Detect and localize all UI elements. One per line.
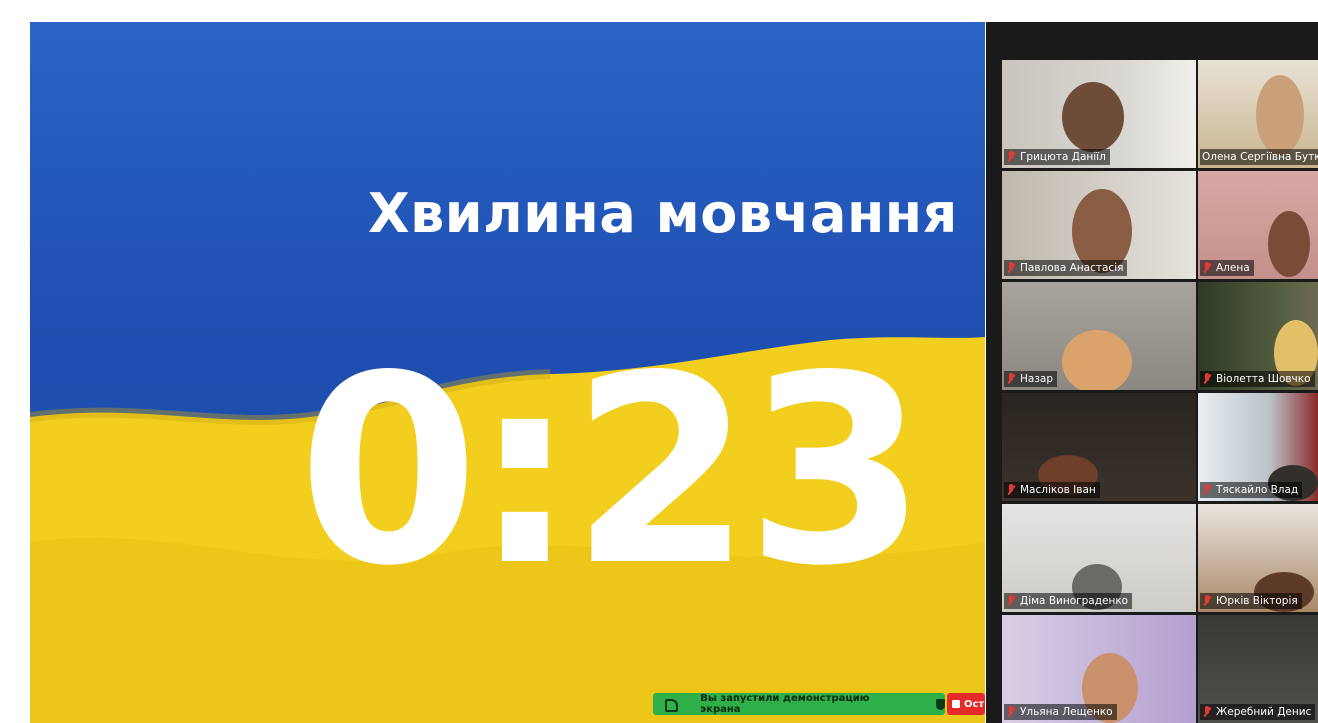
participant-name: Масліков Іван [1020, 484, 1096, 496]
participant-name: Алена [1216, 262, 1250, 274]
participant-tile-active[interactable]: Юрків Вікторія [1198, 504, 1318, 612]
stop-share-label: Ост [964, 698, 985, 710]
muted-mic-icon [1006, 373, 1016, 385]
shared-screen: Хвилина мовчання 0:23 [30, 22, 985, 723]
muted-mic-icon [1202, 595, 1212, 607]
muted-mic-icon [1202, 706, 1212, 718]
participant-tile[interactable]: Ульяна Лещенко [1002, 615, 1196, 723]
shield-icon [935, 698, 945, 710]
participant-name: Ульяна Лещенко [1020, 706, 1113, 718]
participant-name: Павлова Анастасія [1020, 262, 1124, 274]
muted-mic-icon [1006, 484, 1016, 496]
participant-name: Олена Сергіївна Бутко [1202, 151, 1318, 163]
participant-name: Діма Винограденко [1020, 595, 1129, 607]
screen-share-banner: Вы запустили демонстрацию экрана [653, 693, 945, 715]
participant-name: Жеребний Денис [1216, 706, 1312, 718]
muted-mic-icon [1006, 706, 1016, 718]
participant-tile[interactable]: Тяскайло Влад [1198, 393, 1318, 501]
participant-name: Віолетта Шовчко [1216, 373, 1311, 385]
participant-name: Назар [1020, 373, 1054, 385]
muted-mic-icon [1006, 595, 1016, 607]
participant-name: Тяскайло Влад [1216, 484, 1299, 496]
stop-share-button[interactable]: Ост [947, 693, 985, 715]
slide-title: Хвилина мовчання [368, 182, 958, 245]
participant-tile[interactable]: Олена Сергіївна Бутко [1198, 60, 1318, 168]
screen-share-icon [663, 697, 679, 712]
participant-tile[interactable]: Масліков Іван [1002, 393, 1196, 501]
participant-tile[interactable]: Павлова Анастасія [1002, 171, 1196, 279]
muted-mic-icon [1202, 484, 1212, 496]
participant-name: Грицюта Даніїл [1020, 151, 1106, 163]
participant-tile[interactable]: Назар [1002, 282, 1196, 390]
screen-share-status: Вы запустили демонстрацию экрана [700, 693, 870, 715]
participant-name: Юрків Вікторія [1216, 595, 1298, 607]
muted-mic-icon [1202, 262, 1212, 274]
participant-gallery: Грицюта Даніїл Олена Сергіївна Бутко Пав… [986, 22, 1318, 723]
participant-tile[interactable]: Діма Винограденко [1002, 504, 1196, 612]
participant-tile[interactable]: Алена [1198, 171, 1318, 279]
muted-mic-icon [1006, 262, 1016, 274]
countdown-timer: 0:23 [298, 321, 927, 623]
muted-mic-icon [1202, 373, 1212, 385]
participant-tile[interactable]: Віолетта Шовчко [1198, 282, 1318, 390]
participant-tile[interactable]: Жеребний Денис [1198, 615, 1318, 723]
stop-share-icon [952, 700, 960, 708]
muted-mic-icon [1006, 151, 1016, 163]
participant-tile[interactable]: Грицюта Даніїл [1002, 60, 1196, 168]
